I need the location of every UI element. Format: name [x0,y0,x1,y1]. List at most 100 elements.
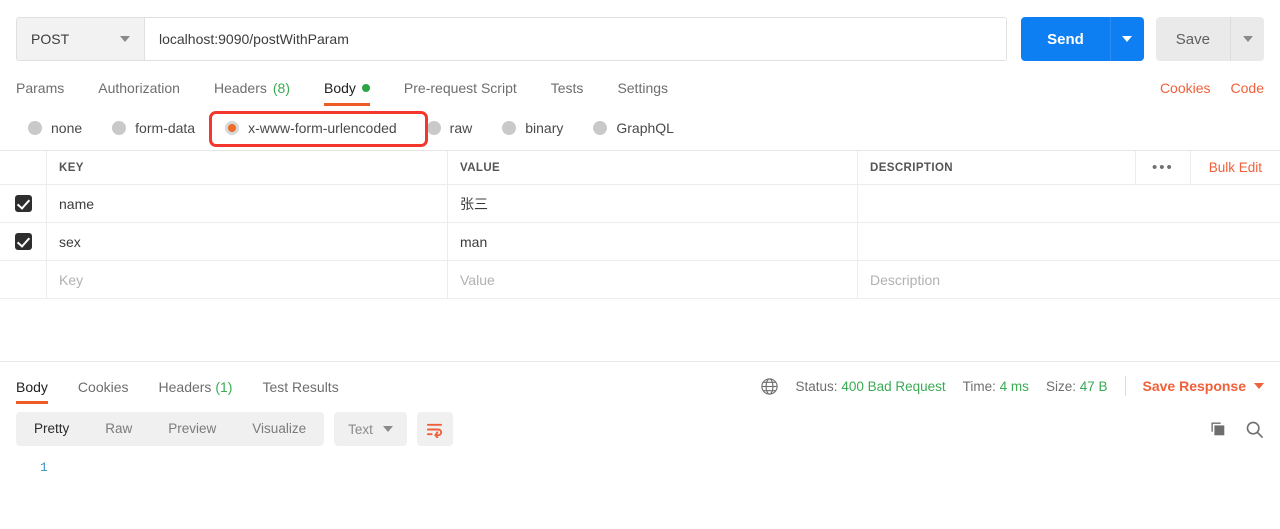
row-description-cell[interactable] [858,223,1280,260]
radio-label: x-www-form-urlencoded [248,120,397,136]
table-header-row: KEY VALUE DESCRIPTION ••• Bulk Edit [0,151,1280,185]
chevron-down-icon [1254,383,1264,389]
tab-pre-request-script[interactable]: Pre-request Script [404,80,517,106]
radio-icon [593,121,607,135]
radio-none[interactable]: none [16,114,94,142]
tab-body[interactable]: Body [324,80,370,106]
response-tab-body[interactable]: Body [16,379,48,404]
row-value-cell[interactable]: man [448,223,858,260]
save-response-label: Save Response [1143,378,1247,394]
url-bar: POST Send Save [0,0,1280,66]
tab-label: Authorization [98,80,180,96]
request-tabs-actions: Cookies Code [1160,80,1264,106]
radio-graphql[interactable]: GraphQL [581,114,686,142]
row-description-cell[interactable] [858,185,1280,222]
header-description-cell: DESCRIPTION ••• Bulk Edit [858,151,1280,184]
column-header-description: DESCRIPTION [870,162,953,174]
tab-params[interactable]: Params [16,80,64,106]
meta-separator [1125,376,1126,396]
response-format-label: Text [348,422,373,437]
response-tab-headers[interactable]: Headers (1) [159,379,233,404]
response-format-selector[interactable]: Text [334,412,407,446]
tab-headers[interactable]: Headers (8) [214,80,290,106]
bulk-edit-button[interactable]: Bulk Edit [1191,151,1280,184]
tab-label: Headers [214,80,267,96]
line-number: 1 [0,458,1280,478]
http-method-selector[interactable]: POST [17,18,145,60]
postman-window: POST Send Save Params Authorization Head… [0,0,1280,529]
save-button[interactable]: Save [1156,17,1230,61]
row-key-cell[interactable]: sex [47,223,448,260]
save-response-button[interactable]: Save Response [1143,378,1265,394]
row-value-cell[interactable]: Value [448,261,858,298]
request-body-empty-space [0,299,1280,361]
header-key-cell: KEY [47,151,448,184]
radio-x-www-form-urlencoded[interactable]: x-www-form-urlencoded [213,114,409,142]
row-value-cell[interactable]: 张三 [448,185,858,222]
description-placeholder: Description [870,272,940,288]
radio-icon [427,121,441,135]
tab-label: Test Results [262,379,338,395]
tab-label: Settings [617,80,668,96]
value-placeholder: Value [460,272,495,288]
search-icon[interactable] [1245,420,1264,439]
response-headers-count: (1) [215,379,232,395]
row-key-value: sex [59,234,81,250]
view-mode-preview[interactable]: Preview [150,412,234,446]
radio-form-data[interactable]: form-data [100,114,207,142]
row-description-cell[interactable]: Description [858,261,1280,298]
save-options-button[interactable] [1230,17,1264,61]
radio-icon [502,121,516,135]
view-mode-pretty[interactable]: Pretty [16,412,87,446]
radio-raw[interactable]: raw [415,114,485,142]
response-tabs: Body Cookies Headers (1) Test Results [0,362,1280,404]
cookies-link[interactable]: Cookies [1160,80,1211,96]
more-options-icon[interactable]: ••• [1135,151,1191,184]
response-body-viewer[interactable]: 1 [0,454,1280,478]
row-checkbox-cell [0,261,47,298]
tab-label: Body [324,80,356,96]
tab-label: Body [16,379,48,395]
row-checkbox[interactable] [15,233,32,250]
time-value: 4 ms [1000,379,1029,394]
method-url-group: POST [16,17,1007,61]
request-url-input[interactable] [145,18,1006,60]
tab-label: Headers [159,379,212,395]
tab-label: Params [16,80,64,96]
globe-icon[interactable] [760,377,779,396]
view-mode-raw[interactable]: Raw [87,412,150,446]
send-button[interactable]: Send [1021,17,1110,61]
chevron-down-icon [120,36,130,42]
response-tab-cookies[interactable]: Cookies [78,379,129,404]
response-toolbar-actions [1209,420,1264,439]
response-toolbar: Pretty Raw Preview Visualize Text [0,404,1280,454]
status-group: Status: 400 Bad Request [796,379,946,394]
radio-label: form-data [135,120,195,136]
column-header-value: VALUE [460,162,500,174]
tab-settings[interactable]: Settings [617,80,668,106]
row-value-value: man [460,234,487,250]
headers-count: (8) [273,80,290,96]
copy-icon[interactable] [1209,420,1227,438]
send-options-button[interactable] [1110,17,1144,61]
view-mode-visualize[interactable]: Visualize [234,412,324,446]
header-value-cell: VALUE [448,151,858,184]
params-table: KEY VALUE DESCRIPTION ••• Bulk Edit name [0,150,1280,299]
radio-label: raw [450,120,473,136]
tab-label: Tests [551,80,584,96]
radio-selected-icon [225,121,239,135]
tab-authorization[interactable]: Authorization [98,80,180,106]
radio-binary[interactable]: binary [490,114,575,142]
row-key-cell[interactable]: name [47,185,448,222]
tab-tests[interactable]: Tests [551,80,584,106]
time-group: Time: 4 ms [963,379,1029,394]
row-key-cell[interactable]: Key [47,261,448,298]
table-row-empty: Key Value Description [0,261,1280,299]
response-tab-test-results[interactable]: Test Results [262,379,338,404]
response-meta: Status: 400 Bad Request Time: 4 ms Size:… [760,376,1264,404]
code-link[interactable]: Code [1231,80,1264,96]
row-checkbox[interactable] [15,195,32,212]
word-wrap-button[interactable] [417,412,453,446]
body-indicator-dot-icon [362,84,370,92]
size-value: 47 B [1080,379,1108,394]
